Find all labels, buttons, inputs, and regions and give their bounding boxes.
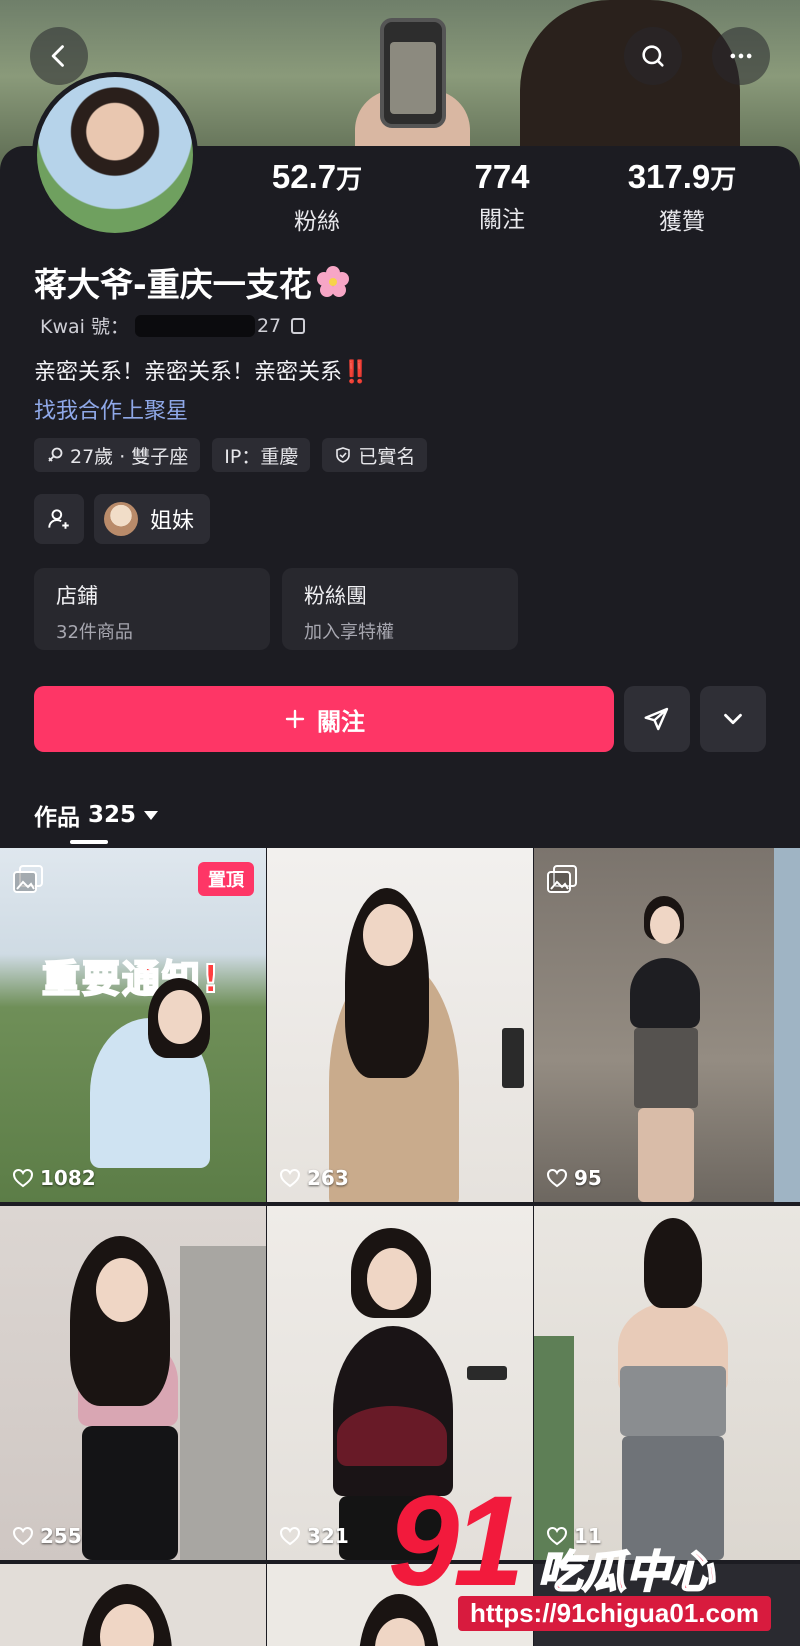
work-tile[interactable] [0,1564,266,1646]
work-tile[interactable]: 11 [534,1206,800,1560]
profile-name: 蒋大爷-重庆一支花 [34,258,350,306]
search-icon [642,45,664,67]
heart-icon [279,1168,301,1188]
like-count: 263 [279,1166,349,1190]
likes-stat: 317.9万 獲贊 [627,158,737,235]
chevron-down-icon [724,713,742,725]
profile-page: 52.7万 粉絲 774 關注 317.9万 獲贊 蒋大爷-重庆一支花 Kwai… [0,0,800,1646]
add-user-icon [48,509,69,529]
add-friend-button[interactable] [34,494,84,544]
like-count: 255 [12,1524,82,1548]
heart-icon [12,1526,34,1546]
heart-icon [12,1168,34,1188]
tab-indicator [70,840,108,844]
followers-stat[interactable]: 52.7万 粉絲 [262,158,372,236]
female-icon [48,447,63,462]
verified-tag: 已實名 [322,438,428,472]
pinned-badge: 置頂 [198,862,254,896]
entry-cards: 店鋪 32件商品 粉絲團 加入享特權 [34,568,518,650]
message-button[interactable] [624,686,690,752]
like-count: 95 [546,1166,602,1190]
redacted-id [134,314,255,337]
heart-icon [546,1526,568,1546]
work-tile[interactable]: 321 [267,1206,533,1560]
chevron-left-icon [51,45,64,67]
fan-group-card[interactable]: 粉絲團 加入享特權 [282,568,518,650]
likes-label: 獲贊 [659,209,705,235]
friends-row: 姐妹 [34,494,211,544]
copy-icon[interactable] [291,317,306,334]
follow-button[interactable]: 關注 [34,686,614,752]
shield-icon [336,447,351,463]
more-button[interactable] [712,27,770,85]
tab-works[interactable]: 作品 325 [34,798,159,832]
work-tile[interactable]: 置頂 重要通知! 1082 [0,848,266,1202]
sister-avatar [104,502,138,536]
image-icon [547,865,577,893]
work-tile[interactable]: 263 [267,848,533,1202]
following-stat[interactable]: 774 關注 [452,158,552,234]
back-button[interactable] [30,27,88,85]
following-label: 關注 [479,207,525,233]
work-tile[interactable] [534,1564,800,1646]
avatar[interactable] [32,72,198,238]
like-count: 321 [279,1524,349,1548]
work-tile[interactable]: 255 [0,1206,266,1560]
more-dots-icon [730,53,752,59]
like-count: 1082 [12,1166,96,1190]
expand-button[interactable] [700,686,766,752]
flower-icon [316,265,350,299]
ip-tag: IP：重慶 [212,438,311,472]
like-count: 11 [546,1524,602,1548]
shop-card[interactable]: 店鋪 32件商品 [34,568,270,650]
bio: 亲密关系！亲密关系！亲密关系‼️ [34,360,370,385]
cooperation-link[interactable]: 找我合作上聚星 [34,393,188,425]
followers-label: 粉絲 [294,209,340,235]
search-button[interactable] [624,27,682,85]
plus-icon [285,709,305,729]
send-icon [644,707,669,731]
work-tile[interactable]: 95 [534,848,800,1202]
work-tile[interactable] [267,1564,533,1646]
heart-icon [279,1526,301,1546]
heart-icon [546,1168,568,1188]
kwai-id: Kwai 號： 27 [40,312,306,339]
age-tag: 27歲 · 雙子座 [34,438,201,472]
sister-button[interactable]: 姐妹 [94,494,211,544]
caret-down-icon [144,810,159,820]
image-icon [13,865,43,893]
profile-tags: 27歲 · 雙子座 IP：重慶 已實名 [34,438,428,472]
works-grid: 置頂 重要通知! 1082 263 95 255 321 11 [0,848,800,1646]
